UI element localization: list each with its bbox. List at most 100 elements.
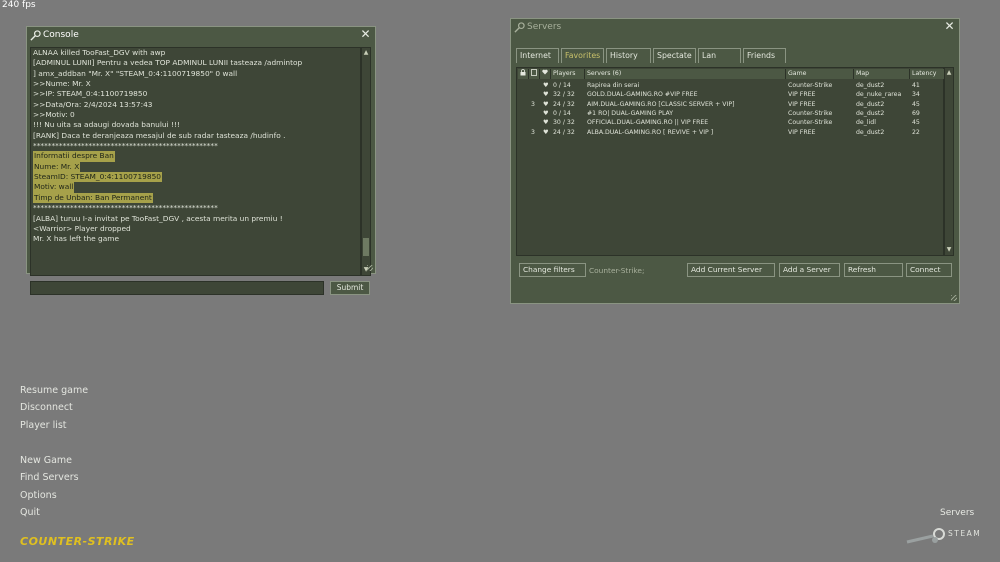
favorite-heart-icon: ♥ bbox=[543, 91, 549, 99]
counter-strike-logo: COUNTER-STRIKE bbox=[20, 535, 135, 548]
server-cell-game: Counter-Strike bbox=[788, 82, 833, 89]
console-line: SteamID: STEAM_0:4:1100719850 bbox=[33, 172, 360, 183]
console-line: Mr. X has left the game bbox=[33, 234, 120, 244]
server-cell-map: de_dust2 bbox=[856, 128, 885, 136]
server-row[interactable]: ♥ 3 24 / 32 ALBA.DUAL-GAMING.RO [ REVIVE + … bbox=[517, 128, 943, 137]
server-cell-latency: 69 bbox=[912, 109, 920, 117]
server-list-scrollbar[interactable]: ▲ ▼ bbox=[944, 67, 954, 256]
options-link[interactable]: Options bbox=[20, 490, 57, 501]
scroll-down-icon[interactable]: ▼ bbox=[945, 246, 953, 254]
server-cell-name: AIM.DUAL-GAMING.RO [CLASSIC SERVER + VIP… bbox=[587, 100, 735, 108]
servers-titlebar[interactable]: Servers ✕ bbox=[511, 19, 959, 37]
favorite-heart-icon: ♥ bbox=[543, 100, 549, 108]
server-cell-latency: 41 bbox=[912, 82, 920, 89]
connect-button[interactable]: Connect bbox=[906, 263, 952, 277]
column-header-latency[interactable]: Latency bbox=[910, 69, 944, 79]
server-row[interactable]: ♥ 30 / 32 OFFICIAL.DUAL-GAMING.RO || VIP F… bbox=[517, 118, 943, 127]
console-line: >>Nume: Mr. X bbox=[33, 79, 91, 89]
column-header-servers[interactable]: Servers (6) bbox=[585, 69, 786, 79]
scroll-up-icon[interactable]: ▲ bbox=[362, 49, 370, 57]
server-cell-players: 0 / 14 bbox=[553, 82, 571, 89]
fps-counter: 240 fps bbox=[2, 0, 36, 10]
server-cell-bots: 3 bbox=[531, 100, 535, 108]
console-line: >>Motiv: 0 bbox=[33, 110, 75, 120]
server-cell-game: Counter-Strike bbox=[788, 109, 833, 117]
tab-spectate[interactable]: Spectate bbox=[653, 48, 696, 63]
refresh-button[interactable]: Refresh bbox=[844, 263, 903, 277]
server-row[interactable]: ♥ 0 / 14 #1 RO| DUAL-GAMING PLAY Counter-St… bbox=[517, 109, 943, 118]
console-close-icon[interactable]: ✕ bbox=[359, 28, 372, 41]
console-title: Console bbox=[43, 30, 79, 40]
console-line: [ALBA] turuu I-a invitat pe TooFast_DGV … bbox=[33, 213, 283, 223]
add-server-button[interactable]: Add a Server bbox=[779, 263, 840, 277]
change-filters-button[interactable]: Change filters bbox=[519, 263, 586, 277]
console-highlight-text: SteamID: STEAM_0:4:1100719850 bbox=[33, 172, 162, 183]
console-command-input[interactable] bbox=[30, 281, 324, 295]
console-line: Nume: Mr. X bbox=[33, 161, 360, 173]
quit-link[interactable]: Quit bbox=[20, 507, 40, 518]
server-row[interactable]: ♥ 3 24 / 32 AIM.DUAL-GAMING.RO [CLASSIC SER… bbox=[517, 100, 943, 109]
server-cell-name: OFFICIAL.DUAL-GAMING.RO || VIP FREE bbox=[587, 119, 709, 127]
console-line: Motiv: wall bbox=[33, 182, 360, 193]
resize-grip-icon[interactable] bbox=[951, 295, 957, 301]
console-line: >>Data/Ora: 2/4/2024 13:57:43 bbox=[33, 99, 153, 109]
new-game-link[interactable]: New Game bbox=[20, 455, 72, 466]
server-cell-map: de_dust2 bbox=[856, 82, 885, 89]
servers-close-icon[interactable]: ✕ bbox=[943, 20, 956, 33]
servers-shortcut-link[interactable]: Servers bbox=[940, 508, 974, 518]
lock-icon bbox=[520, 69, 526, 76]
server-cell-latency: 34 bbox=[912, 91, 920, 99]
tab-internet[interactable]: Internet bbox=[516, 48, 559, 63]
disconnect-link[interactable]: Disconnect bbox=[20, 402, 73, 413]
server-cell-players: 24 / 32 bbox=[553, 128, 575, 136]
server-cell-latency: 45 bbox=[912, 119, 920, 127]
column-header-map[interactable]: Map bbox=[854, 69, 910, 79]
server-cell-players: 0 / 14 bbox=[553, 109, 571, 117]
server-row[interactable]: ♥ 32 / 32 GOLD.DUAL-GAMING.RO #VIP FREE VIP… bbox=[517, 90, 943, 99]
tab-lan[interactable]: Lan bbox=[698, 48, 741, 63]
console-line: ALNAA killed TooFast_DGV with awp bbox=[33, 48, 166, 57]
console-line: ****************************************… bbox=[33, 203, 218, 213]
player-list-link[interactable]: Player list bbox=[20, 420, 67, 431]
column-header-vac[interactable] bbox=[529, 69, 540, 79]
console-line: !!! Nu uita sa adaugi dovada banului !!! bbox=[33, 120, 180, 130]
server-cell-map: de_lidl bbox=[856, 119, 876, 127]
scroll-up-icon[interactable]: ▲ bbox=[945, 69, 953, 77]
tab-favorites[interactable]: Favorites bbox=[561, 48, 604, 63]
console-titlebar[interactable]: Console ✕ bbox=[27, 27, 375, 45]
server-cell-bots: 3 bbox=[531, 128, 535, 136]
console-highlight-text: Nume: Mr. X bbox=[33, 161, 81, 173]
vac-shield-icon bbox=[531, 69, 537, 76]
server-cell-game: VIP FREE bbox=[788, 100, 816, 108]
server-row[interactable]: ♥ 0 / 14 Rapirea din serai Counter-Strike de… bbox=[517, 81, 943, 90]
console-line: >>IP: STEAM_0:4:1100719850 bbox=[33, 89, 148, 99]
tab-history[interactable]: History bbox=[606, 48, 651, 63]
resize-grip-icon[interactable] bbox=[367, 265, 373, 271]
favorite-heart-icon: ♥ bbox=[543, 119, 549, 127]
heart-icon bbox=[542, 69, 548, 75]
console-highlight-text: Informatii despre Ban bbox=[33, 151, 115, 162]
server-cell-name: ALBA.DUAL-GAMING.RO [ REVIVE + VIP ] bbox=[587, 128, 714, 136]
steam-wordmark: STEAM bbox=[948, 529, 982, 538]
server-cell-game: VIP FREE bbox=[788, 128, 816, 136]
console-line: Timp de Unban: Ban Permanent bbox=[33, 192, 360, 204]
column-header-lock[interactable] bbox=[518, 69, 529, 79]
scroll-thumb[interactable] bbox=[363, 238, 369, 256]
add-current-server-button[interactable]: Add Current Server bbox=[687, 263, 775, 277]
servers-window: Servers ✕ Internet Favorites History Spe… bbox=[510, 18, 960, 304]
filter-summary: Counter-Strike; bbox=[589, 266, 645, 275]
servers-title: Servers bbox=[527, 22, 562, 32]
server-cell-map: de_dust2 bbox=[856, 100, 885, 108]
column-header-players[interactable]: Players bbox=[551, 69, 585, 79]
submit-button[interactable]: Submit bbox=[330, 281, 370, 295]
console-line: ****************************************… bbox=[33, 141, 218, 151]
server-cell-name: #1 RO| DUAL-GAMING PLAY bbox=[587, 109, 674, 117]
find-servers-link[interactable]: Find Servers bbox=[20, 472, 79, 483]
server-cell-latency: 45 bbox=[912, 100, 920, 108]
tab-friends[interactable]: Friends bbox=[743, 48, 786, 63]
column-header-game[interactable]: Game bbox=[786, 69, 854, 79]
resume-game-link[interactable]: Resume game bbox=[20, 385, 88, 396]
console-scrollbar[interactable]: ▲ ▼ bbox=[361, 47, 371, 276]
console-log: ALNAA killed TooFast_DGV with awp [ADMINU… bbox=[30, 47, 361, 276]
column-header-favorite[interactable] bbox=[540, 69, 551, 79]
